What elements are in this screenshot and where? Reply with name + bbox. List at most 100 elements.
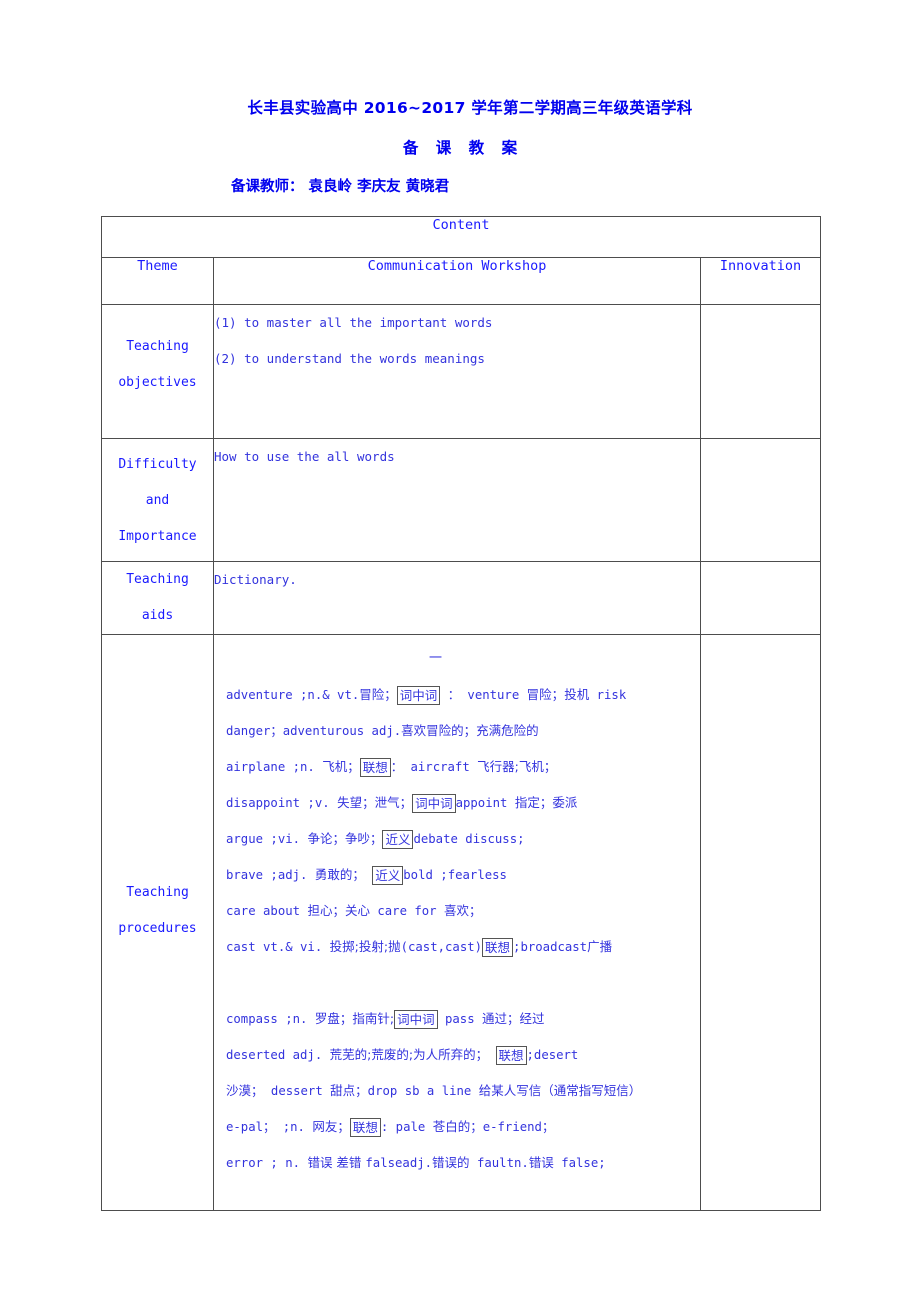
english-term: e-pal； ;n. xyxy=(226,1120,313,1134)
table-row-teaching-aids: Teaching aids Dictionary. xyxy=(101,561,822,635)
annotation-box: 词中词 xyxy=(394,1010,438,1029)
english-term: error ; n. xyxy=(226,1156,308,1170)
chinese-gloss: ； xyxy=(551,687,565,702)
vocabulary-line: danger；adventurous adj.喜欢冒险的；充满危险的 xyxy=(226,713,700,749)
vocabulary-line: adventure ;n.& vt.冒险； 词中词 ： venture 冒险；投机… xyxy=(226,677,700,713)
english-term: ;broadcast xyxy=(513,940,588,954)
english-term: appoint xyxy=(455,796,515,810)
english-term: argue ;vi. xyxy=(226,832,308,846)
table-row-teaching-procedures: Teaching procedures 一 adventure ;n.& vt.… xyxy=(101,634,822,1211)
label-line-2: aids xyxy=(141,608,174,623)
english-term xyxy=(365,868,372,882)
english-term: disappoint ;v. xyxy=(226,796,338,810)
annotation-box: 词中词 xyxy=(396,686,441,705)
document-page: 长丰县实验高中 2016~2017 学年第二学期高三年级英语学科 备 课 教 案… xyxy=(0,0,920,1302)
vocabulary-line: compass ;n. 罗盘；指南针; 词中词 pass 通过；经过 xyxy=(226,1001,700,1037)
english-term: drop sb a line xyxy=(367,1084,479,1098)
table-row-teaching-objectives: Teaching objectives (1) to master all th… xyxy=(101,304,822,439)
english-term: brave ;adj. xyxy=(226,868,315,882)
aids-item: Dictionary. xyxy=(214,572,297,587)
vocabulary-line: 沙漠； dessert 甜点；drop sb a line 给某人写信（通常指写… xyxy=(226,1073,700,1109)
english-term: ;desert xyxy=(526,1048,579,1062)
english-term: false xyxy=(365,1156,403,1170)
vocabulary-line: disappoint ;v. 失望；泄气； 词中词 appoint 指定；委派 xyxy=(226,785,700,821)
cell-teaching-aids-content: Dictionary. xyxy=(213,561,701,635)
label-line-1: Teaching xyxy=(126,339,189,354)
lesson-plan-title: 备 课 教 案 xyxy=(402,139,524,157)
label-teaching-objectives: Teaching objectives xyxy=(101,304,214,439)
label-teaching-procedures: Teaching procedures xyxy=(101,634,214,1211)
label-line-1: Teaching xyxy=(126,885,189,900)
english-term: deserted adj. xyxy=(226,1048,330,1062)
chinese-gloss: 给某人写信（通常指写短信） xyxy=(478,1083,642,1098)
english-term: n. xyxy=(513,1156,529,1170)
vocabulary-line: deserted adj. 荒芜的;荒废的;为人所弃的； 联想 ;desert xyxy=(226,1037,700,1073)
chinese-gloss: ； xyxy=(384,687,397,702)
section-mark: 一 xyxy=(428,651,442,666)
table-row-content-header: Content xyxy=(100,216,822,258)
chinese-gloss: 喜欢冒险的；充满危险的 xyxy=(401,723,539,738)
label-line-3: Importance xyxy=(118,529,197,544)
label-teaching-aids: Teaching aids xyxy=(101,561,214,635)
column-header-theme: Theme xyxy=(101,257,214,305)
content-header-cell: Content xyxy=(100,216,822,258)
chinese-gloss: 罗盘；指南针; xyxy=(314,1011,395,1026)
cell-innovation-objectives xyxy=(699,304,822,439)
label-line-2: and xyxy=(145,493,170,508)
chinese-gloss: 荒芜的;荒废的;为人所弃的； xyxy=(329,1047,489,1062)
school-term-title: 长丰县实验高中 2016~2017 学年第二学期高三年级英语学科 xyxy=(247,99,693,117)
english-term: adventure ;n.& vt. xyxy=(226,688,360,702)
chinese-gloss: 投机 xyxy=(564,687,590,702)
vocabulary-line xyxy=(226,965,700,1001)
english-term: danger；adventurous adj. xyxy=(226,724,402,738)
english-term: dessert xyxy=(263,1084,331,1098)
cell-teaching-objectives-content: (1) to master all the important words (2… xyxy=(213,304,701,439)
annotation-box: 联想 xyxy=(482,938,514,957)
chinese-gloss: 飞行器;飞机； xyxy=(477,759,557,774)
chinese-gloss: 沙漠； xyxy=(226,1083,264,1098)
english-term: airplane ;n. xyxy=(226,760,323,774)
chinese-gloss: 错误 xyxy=(528,1155,554,1170)
chinese-gloss: 网友； xyxy=(312,1119,350,1134)
annotation-box: 联想 xyxy=(359,758,391,777)
vocabulary-line: cast vt.& vi. 投掷;投射;抛(cast,cast) 联想 ;broad… xyxy=(226,929,700,965)
english-term: compass ;n. xyxy=(226,1012,315,1026)
annotation-box: 联想 xyxy=(495,1046,527,1065)
vocabulary-line: argue ;vi. 争论；争吵； 近义 debate discuss; xyxy=(226,821,700,857)
chinese-gloss: 失望；泄气； xyxy=(337,795,413,810)
lesson-plan-table: Content Theme Communication Workshop Inn… xyxy=(100,216,822,1211)
english-term: debate discuss; xyxy=(413,832,525,846)
english-term: ： venture xyxy=(440,688,527,702)
chinese-gloss: 错误的 xyxy=(432,1155,470,1170)
english-term: care about xyxy=(226,904,308,918)
table-row-difficulty-importance: Difficulty and Importance How to use the… xyxy=(101,438,822,562)
english-term: cast vt.& vi. xyxy=(226,940,330,954)
chinese-gloss: 通过；经过 xyxy=(482,1011,545,1026)
english-term: bold ;fearless xyxy=(403,868,507,882)
annotation-box: 近义 xyxy=(382,830,414,849)
cell-difficulty-content: How to use the all words xyxy=(213,438,701,562)
difficulty-item: How to use the all words xyxy=(214,449,395,464)
chinese-gloss: 飞机 xyxy=(322,759,348,774)
chinese-gloss: 喜欢； xyxy=(444,903,482,918)
label-line-2: procedures xyxy=(118,921,197,936)
chinese-gloss: 甜点； xyxy=(330,1083,368,1098)
chinese-gloss: ； xyxy=(347,759,360,774)
table-row-column-headers: Theme Communication Workshop Innovation xyxy=(101,257,822,305)
chinese-gloss: 勇敢的； xyxy=(314,867,365,882)
chinese-gloss: 苍白的； xyxy=(432,1119,483,1134)
label-line-1: Teaching xyxy=(126,572,189,587)
cell-teaching-procedures-content: 一 adventure ;n.& vt.冒险； 词中词 ： venture 冒险；… xyxy=(213,634,701,1211)
chinese-gloss: 冒险 xyxy=(526,687,552,702)
english-term: e-friend； xyxy=(482,1120,555,1134)
chinese-gloss: 担心；关心 xyxy=(307,903,370,918)
annotation-box: 近义 xyxy=(372,866,404,885)
english-term: fault xyxy=(469,1156,514,1170)
lesson-plan-table-wrapper: Content Theme Communication Workshop Inn… xyxy=(0,216,920,1211)
vocabulary-line: care about 担心；关心 care for 喜欢； xyxy=(226,893,700,929)
cell-innovation-aids xyxy=(699,561,822,635)
cell-innovation-difficulty xyxy=(699,438,822,562)
english-term: : pale xyxy=(380,1120,433,1134)
objective-item: (1) to master all the important words xyxy=(214,315,493,330)
english-term: adj. xyxy=(402,1156,433,1170)
